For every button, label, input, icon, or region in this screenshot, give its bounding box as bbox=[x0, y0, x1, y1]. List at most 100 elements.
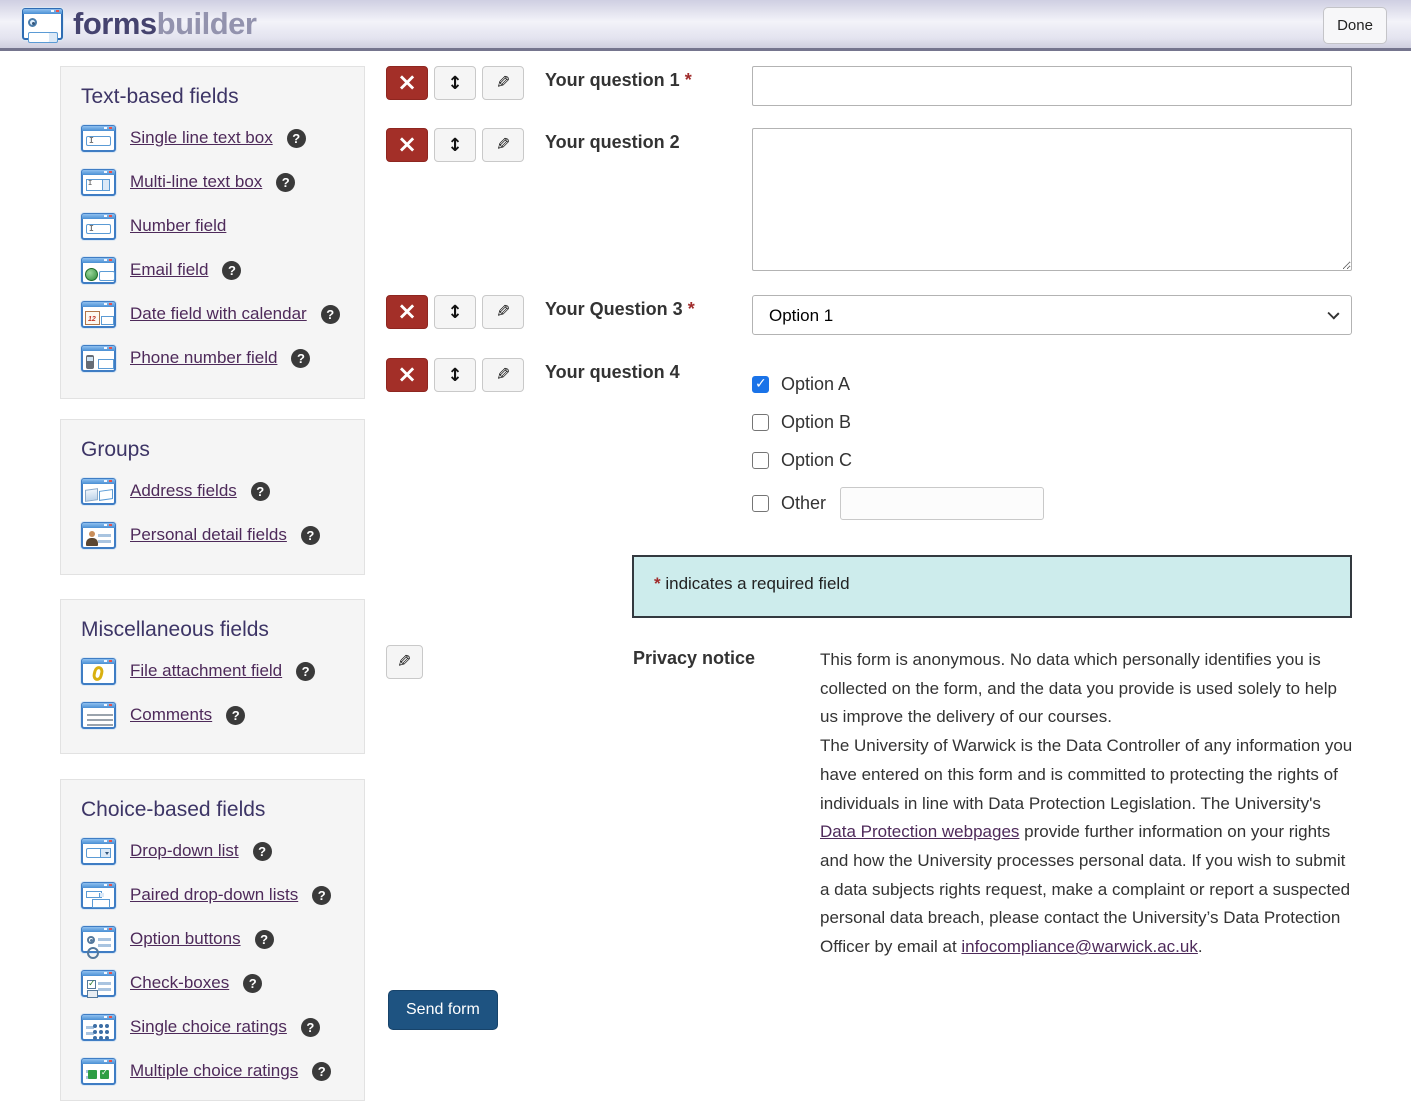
delete-question-button[interactable] bbox=[386, 295, 428, 329]
sidebar-link[interactable]: Phone number field bbox=[130, 348, 277, 368]
data-protection-webpages-link[interactable]: Data Protection webpages bbox=[820, 822, 1019, 841]
sidebar-link[interactable]: Drop-down list bbox=[130, 841, 239, 861]
question-label: Your question 1 * bbox=[545, 70, 745, 91]
panel-groups: Groups Address fields Personal detail fi… bbox=[60, 419, 365, 575]
done-button[interactable]: Done bbox=[1323, 7, 1387, 44]
checkbox-unchecked[interactable] bbox=[752, 495, 769, 512]
question-1-text-input[interactable] bbox=[752, 66, 1352, 106]
app-logo: formsbuilder bbox=[22, 6, 256, 42]
checkbox-unchecked[interactable] bbox=[752, 452, 769, 469]
question-2-textarea[interactable] bbox=[752, 128, 1352, 271]
privacy-text-segment: The University of Warwick is the Data Co… bbox=[820, 736, 1352, 812]
help-icon[interactable] bbox=[255, 930, 274, 949]
file-attachment-icon bbox=[81, 658, 116, 685]
edit-privacy-button[interactable] bbox=[386, 645, 423, 679]
app-title: formsbuilder bbox=[73, 6, 256, 42]
help-icon[interactable] bbox=[321, 305, 340, 324]
help-icon[interactable] bbox=[243, 974, 262, 993]
email-field-icon bbox=[81, 257, 116, 284]
sidebar-item-date-field: Date field with calendar bbox=[81, 299, 344, 329]
sidebar-link[interactable]: Multi-line text box bbox=[130, 172, 262, 192]
privacy-notice-label: Privacy notice bbox=[633, 648, 755, 669]
formsbuilder-logo-icon bbox=[22, 8, 63, 40]
privacy-paragraph-2: The University of Warwick is the Data Co… bbox=[820, 732, 1353, 962]
single-choice-ratings-icon bbox=[81, 1014, 116, 1041]
help-icon[interactable] bbox=[301, 526, 320, 545]
privacy-paragraph-1: This form is anonymous. No data which pe… bbox=[820, 646, 1353, 732]
required-asterisk: * bbox=[685, 70, 692, 90]
edit-question-button[interactable] bbox=[482, 358, 524, 392]
help-icon[interactable] bbox=[253, 842, 272, 861]
help-icon[interactable] bbox=[312, 886, 331, 905]
app-header: formsbuilder Done bbox=[0, 0, 1411, 51]
sidebar-link[interactable]: Multiple choice ratings bbox=[130, 1061, 298, 1081]
panel-title: Text-based fields bbox=[81, 85, 344, 109]
help-icon[interactable] bbox=[301, 1018, 320, 1037]
privacy-text-segment: This form is anonymous. No data which pe… bbox=[820, 650, 1337, 726]
sidebar-link[interactable]: Personal detail fields bbox=[130, 525, 287, 545]
help-icon[interactable] bbox=[296, 662, 315, 681]
edit-question-button[interactable] bbox=[482, 66, 524, 100]
question-label-text: Your question 2 bbox=[545, 132, 680, 152]
sidebar-item-paired-drop-down-lists: Paired drop-down lists bbox=[81, 880, 344, 910]
help-icon[interactable] bbox=[276, 173, 295, 192]
privacy-notice-text: This form is anonymous. No data which pe… bbox=[820, 646, 1353, 962]
delete-question-button[interactable] bbox=[386, 66, 428, 100]
panel-choice-based-fields: Choice-based fields Drop-down list Paire… bbox=[60, 779, 365, 1101]
move-question-button[interactable] bbox=[434, 128, 476, 162]
help-icon[interactable] bbox=[287, 129, 306, 148]
question-label: Your question 2 bbox=[545, 132, 745, 153]
question-row-1: Your question 1 * bbox=[386, 66, 1352, 100]
checkbox-checked[interactable] bbox=[752, 376, 769, 393]
multi-line-text-icon bbox=[81, 169, 116, 196]
help-icon[interactable] bbox=[226, 706, 245, 725]
question-row-3: Your Question 3 * Option 1 bbox=[386, 295, 1352, 329]
other-text-input[interactable] bbox=[840, 487, 1044, 520]
sidebar-item-multi-line-text-box: Multi-line text box bbox=[81, 167, 344, 197]
sidebar-link[interactable]: Option buttons bbox=[130, 929, 241, 949]
delete-question-button[interactable] bbox=[386, 128, 428, 162]
question-label-text: Your Question 3 bbox=[545, 299, 683, 319]
sidebar-link[interactable]: Date field with calendar bbox=[130, 304, 307, 324]
sidebar-item-address-fields: Address fields bbox=[81, 476, 344, 506]
sidebar-link[interactable]: Check-boxes bbox=[130, 973, 229, 993]
sidebar-item-file-attachment-field: File attachment field bbox=[81, 656, 344, 686]
sidebar-item-number-field: Number field bbox=[81, 211, 344, 241]
sidebar-link[interactable]: File attachment field bbox=[130, 661, 282, 681]
sidebar-link[interactable]: Paired drop-down lists bbox=[130, 885, 298, 905]
sidebar-item-option-buttons: Option buttons bbox=[81, 924, 344, 954]
help-icon[interactable] bbox=[222, 261, 241, 280]
move-question-button[interactable] bbox=[434, 295, 476, 329]
edit-question-button[interactable] bbox=[482, 295, 524, 329]
question-3-select[interactable]: Option 1 bbox=[752, 295, 1352, 335]
address-fields-icon bbox=[81, 478, 116, 505]
sidebar-item-phone-number-field: Phone number field bbox=[81, 343, 344, 373]
checkbox-option-a: Option A bbox=[752, 374, 1352, 395]
panel-text-based-fields: Text-based fields Single line text box M… bbox=[60, 66, 365, 399]
question-label-text: Your question 4 bbox=[545, 362, 680, 382]
privacy-text-segment: provide further information on your righ… bbox=[820, 822, 1350, 956]
infocompliance-email-link[interactable]: infocompliance@warwick.ac.uk bbox=[961, 937, 1197, 956]
checkbox-unchecked[interactable] bbox=[752, 414, 769, 431]
help-icon[interactable] bbox=[251, 482, 270, 501]
number-field-icon bbox=[81, 213, 116, 240]
sidebar-link[interactable]: Single choice ratings bbox=[130, 1017, 287, 1037]
move-question-button[interactable] bbox=[434, 358, 476, 392]
sidebar-link[interactable]: Comments bbox=[130, 705, 212, 725]
sidebar-link[interactable]: Address fields bbox=[130, 481, 237, 501]
sidebar-item-comments: Comments bbox=[81, 700, 344, 730]
single-line-text-icon bbox=[81, 125, 116, 152]
panel-title: Groups bbox=[81, 438, 344, 462]
delete-question-button[interactable] bbox=[386, 358, 428, 392]
send-form-button[interactable]: Send form bbox=[388, 990, 498, 1030]
edit-question-button[interactable] bbox=[482, 128, 524, 162]
question-row-4: Your question 4 Option A Option B Option… bbox=[386, 358, 1352, 392]
sidebar-item-multiple-choice-ratings: Multiple choice ratings bbox=[81, 1056, 344, 1086]
sidebar-item-check-boxes: Check-boxes bbox=[81, 968, 344, 998]
move-question-button[interactable] bbox=[434, 66, 476, 100]
sidebar-link[interactable]: Single line text box bbox=[130, 128, 273, 148]
sidebar-link[interactable]: Email field bbox=[130, 260, 208, 280]
sidebar-link[interactable]: Number field bbox=[130, 216, 226, 236]
help-icon[interactable] bbox=[291, 349, 310, 368]
help-icon[interactable] bbox=[312, 1062, 331, 1081]
